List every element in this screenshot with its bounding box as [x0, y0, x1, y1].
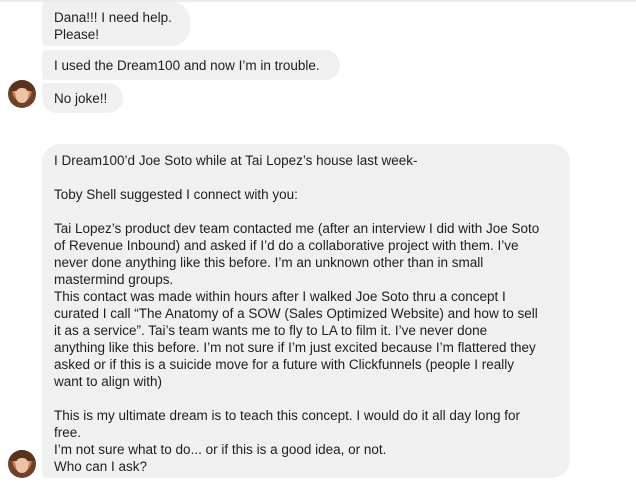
sender-avatar[interactable]	[8, 450, 36, 478]
avatar-face	[16, 458, 28, 473]
message-bubble[interactable]: I Dream100’d Joe Soto while at Tai Lopez…	[42, 144, 570, 478]
sender-avatar[interactable]	[8, 80, 36, 108]
message-bubble[interactable]: I used the Dream100 and now I’m in troub…	[42, 50, 340, 80]
avatar-face	[16, 88, 28, 103]
message-bubble[interactable]: No joke!!	[42, 83, 123, 113]
message-bubble[interactable]: Dana!!! I need help. Please!	[42, 2, 190, 46]
